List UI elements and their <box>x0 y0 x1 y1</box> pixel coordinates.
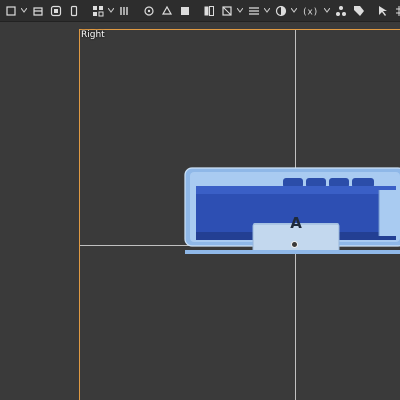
add-icon[interactable] <box>67 2 81 20</box>
grid-icon[interactable] <box>394 2 400 20</box>
xray-icon[interactable] <box>220 2 234 20</box>
key-cap[interactable]: A <box>253 202 339 244</box>
snap-icon[interactable] <box>160 2 174 20</box>
tag-icon[interactable] <box>352 2 366 20</box>
chevron-down-icon[interactable] <box>323 2 330 20</box>
svg-text:(x): (x) <box>302 7 318 16</box>
viewport-header-toolbar: (x) <box>0 0 400 22</box>
view-icon[interactable] <box>31 2 45 20</box>
select-icon[interactable] <box>49 2 63 20</box>
pivot-icon[interactable] <box>142 2 156 20</box>
3d-viewport[interactable]: Right A <box>0 22 400 400</box>
cursor-icon[interactable] <box>376 2 390 20</box>
chevron-down-icon[interactable] <box>107 2 114 20</box>
nodes-icon[interactable] <box>334 2 348 20</box>
gizmo-icon[interactable] <box>247 2 261 20</box>
shading-icon[interactable] <box>274 2 288 20</box>
object-icon[interactable] <box>91 2 105 20</box>
viewport-shading-icon[interactable] <box>118 2 132 20</box>
driver-icon[interactable]: (x) <box>301 2 321 20</box>
overlay-icon[interactable] <box>202 2 216 20</box>
origin-marker-icon[interactable] <box>291 241 298 248</box>
chevron-down-icon[interactable] <box>236 2 243 20</box>
chevron-down-icon[interactable] <box>20 2 27 20</box>
chevron-down-icon[interactable] <box>290 2 297 20</box>
key-label: A <box>290 214 302 232</box>
object-mode-icon[interactable] <box>4 2 18 20</box>
proportional-editing-icon[interactable] <box>178 2 192 20</box>
view-name-label: Right <box>81 30 105 40</box>
chevron-down-icon[interactable] <box>263 2 270 20</box>
